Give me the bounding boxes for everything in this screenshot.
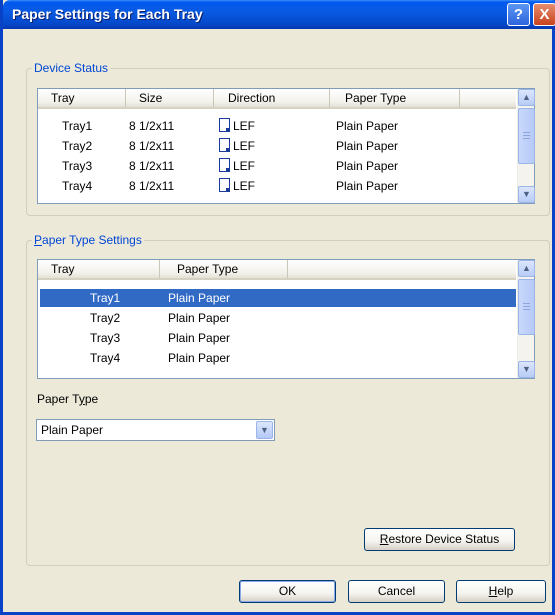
question-icon: ? bbox=[513, 6, 524, 23]
restore-device-status-button[interactable]: Restore Device Status bbox=[364, 528, 515, 551]
tray-cell: Tray4 bbox=[90, 351, 121, 365]
paper-type-scrollbar[interactable]: ▲ ▼ bbox=[517, 260, 535, 378]
scroll-down-button[interactable]: ▼ bbox=[518, 186, 535, 203]
paper-type-cell: Plain Paper bbox=[168, 331, 231, 345]
paper-type-settings-group: Paper Type Settings Tray Paper Type Tray… bbox=[26, 233, 550, 566]
size-cell: 8 1/2x11 bbox=[129, 159, 175, 173]
list-item[interactable]: Tray4 Plain Paper bbox=[38, 349, 516, 367]
size-cell: 8 1/2x11 bbox=[129, 179, 175, 193]
tray-cell: Tray3 bbox=[90, 331, 121, 345]
list-item[interactable]: Tray2 8 1/2x11 LEF Plain Paper bbox=[38, 137, 516, 155]
title-close-button[interactable]: X bbox=[533, 3, 555, 26]
size-cell: 8 1/2x11 bbox=[129, 119, 175, 133]
paper-type-label: Paper Type bbox=[37, 392, 99, 406]
list-item[interactable]: Tray1 8 1/2x11 LEF Plain Paper bbox=[38, 117, 516, 135]
paper-type-cell: Plain Paper bbox=[168, 351, 231, 365]
help-button[interactable]: Help bbox=[456, 580, 546, 603]
cancel-button[interactable]: Cancel bbox=[348, 580, 445, 603]
document-orientation-icon bbox=[219, 178, 230, 192]
title-bar[interactable]: Paper Settings for Each Tray ? X bbox=[3, 0, 555, 29]
tray-cell: Tray2 bbox=[90, 311, 121, 325]
device-status-legend: Device Status bbox=[32, 61, 111, 75]
list-item-selected[interactable]: Tray1 Plain Paper bbox=[40, 289, 516, 307]
chevron-down-icon: ▼ bbox=[522, 189, 531, 199]
paper-type-cell: Plain Paper bbox=[336, 119, 399, 133]
tray-cell: Tray1 bbox=[62, 119, 93, 133]
device-status-group: Device Status Tray Size Direction Paper … bbox=[26, 61, 550, 216]
chevron-down-icon: ▼ bbox=[522, 364, 531, 374]
scroll-thumb[interactable] bbox=[518, 279, 535, 335]
size-cell: 8 1/2x11 bbox=[129, 139, 175, 153]
paper-type-cell: Plain Paper bbox=[336, 179, 399, 193]
paper-type-header: Tray Paper Type bbox=[38, 260, 516, 280]
device-status-list[interactable]: Tray Size Direction Paper Type Tray1 8 1… bbox=[37, 88, 535, 204]
tray-cell: Tray2 bbox=[62, 139, 93, 153]
close-icon: X bbox=[539, 6, 550, 23]
title-help-button[interactable]: ? bbox=[507, 3, 530, 26]
column-header-paper-type[interactable]: Paper Type bbox=[330, 89, 460, 107]
paper-type-cell: Plain Paper bbox=[336, 159, 399, 173]
ok-button[interactable]: OK bbox=[239, 580, 336, 603]
column-header-paper-type[interactable]: Paper Type bbox=[160, 260, 288, 278]
tray-cell: Tray4 bbox=[62, 179, 93, 193]
column-header-size[interactable]: Size bbox=[126, 89, 214, 107]
dialog-window: Paper Settings for Each Tray ? X Device … bbox=[0, 0, 555, 615]
tray-cell: Tray1 bbox=[90, 291, 121, 305]
paper-type-cell: Plain Paper bbox=[168, 291, 231, 305]
column-header-direction[interactable]: Direction bbox=[214, 89, 330, 107]
list-item[interactable]: Tray3 Plain Paper bbox=[38, 329, 516, 347]
device-status-header: Tray Size Direction Paper Type bbox=[38, 89, 516, 109]
paper-type-cell: Plain Paper bbox=[336, 139, 399, 153]
column-header-tray[interactable]: Tray bbox=[38, 260, 160, 278]
paper-type-dropdown[interactable]: Plain Paper ▼ bbox=[36, 419, 275, 441]
direction-cell: LEF bbox=[219, 177, 255, 195]
window-title: Paper Settings for Each Tray bbox=[12, 6, 203, 22]
chevron-up-icon: ▲ bbox=[522, 92, 531, 102]
paper-type-settings-legend: Paper Type Settings bbox=[32, 233, 144, 247]
document-orientation-icon bbox=[219, 138, 230, 152]
chevron-up-icon: ▲ bbox=[522, 263, 531, 273]
list-item[interactable]: Tray4 8 1/2x11 LEF Plain Paper bbox=[38, 177, 516, 195]
device-status-scrollbar[interactable]: ▲ ▼ bbox=[517, 89, 535, 203]
chevron-down-icon: ▼ bbox=[260, 425, 269, 435]
list-item[interactable]: Tray3 8 1/2x11 LEF Plain Paper bbox=[38, 157, 516, 175]
direction-cell: LEF bbox=[219, 157, 255, 175]
direction-cell: LEF bbox=[219, 117, 255, 135]
paper-type-selected-value: Plain Paper bbox=[41, 423, 104, 437]
paper-type-cell: Plain Paper bbox=[168, 311, 231, 325]
scroll-thumb[interactable] bbox=[518, 108, 535, 164]
list-item[interactable]: Tray2 Plain Paper bbox=[38, 309, 516, 327]
scroll-up-button[interactable]: ▲ bbox=[518, 89, 535, 106]
direction-cell: LEF bbox=[219, 137, 255, 155]
dropdown-arrow-button[interactable]: ▼ bbox=[256, 421, 273, 439]
scroll-up-button[interactable]: ▲ bbox=[518, 260, 535, 277]
scroll-down-button[interactable]: ▼ bbox=[518, 361, 535, 378]
tray-cell: Tray3 bbox=[62, 159, 93, 173]
column-header-tray[interactable]: Tray bbox=[38, 89, 126, 107]
document-orientation-icon bbox=[219, 158, 230, 172]
document-orientation-icon bbox=[219, 118, 230, 132]
paper-type-list[interactable]: Tray Paper Type Tray1 Plain Paper Tray2 … bbox=[37, 259, 535, 379]
